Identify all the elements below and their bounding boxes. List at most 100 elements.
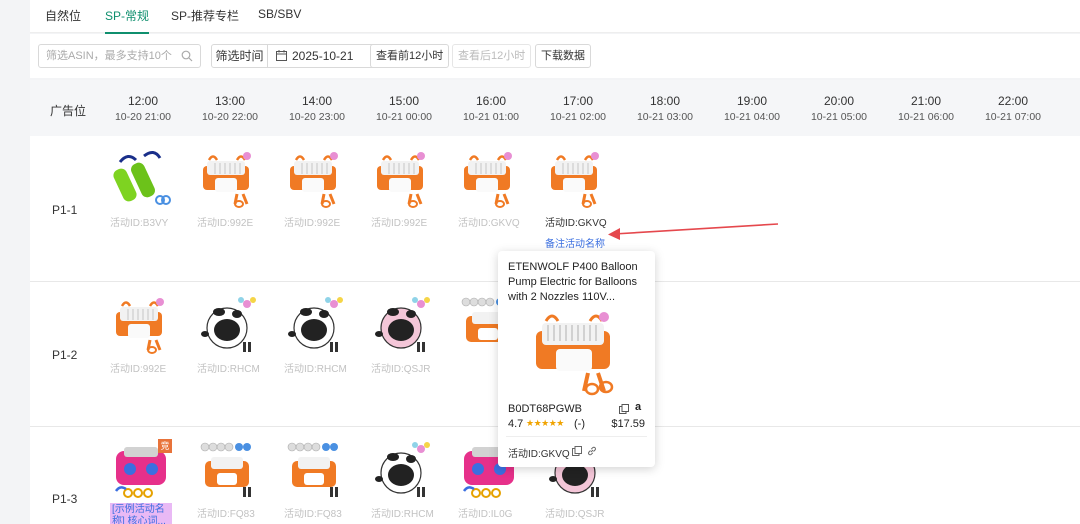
date-label: 10-21 01:00 <box>462 111 520 123</box>
date-label: 10-21 07:00 <box>984 111 1042 123</box>
time-column-header: 12:00 10-20 21:00 <box>100 93 186 125</box>
campaign-id: 活动ID:RHCM <box>371 509 434 520</box>
asin-search <box>38 44 201 68</box>
link-icon[interactable] <box>587 446 597 456</box>
hour-label: 18:00 <box>649 94 681 108</box>
date-filter[interactable]: 筛选时间 2025-10-21 <box>211 44 390 68</box>
product-thumbnail[interactable] <box>284 294 346 356</box>
asin-search-input[interactable] <box>46 45 184 67</box>
tab-organic[interactable]: 自然位 <box>45 7 81 32</box>
time-column-header: 19:00 10-21 04:00 <box>709 93 795 125</box>
review-count: (-) <box>574 418 585 430</box>
tab-sp-recommended[interactable]: SP-推荐专栏 <box>171 7 239 32</box>
campaign-id: 活动ID:IL0G <box>458 509 513 520</box>
product-cell[interactable]: 活动ID:RHCM <box>371 439 451 520</box>
time-column-header: 16:00 10-21 01:00 <box>448 93 534 125</box>
product-thumbnail[interactable] <box>545 148 607 210</box>
campaign-id: 活动ID:GKVQ <box>458 218 520 229</box>
product-thumbnail[interactable] <box>197 439 259 501</box>
time-column-header: 13:00 10-20 22:00 <box>187 93 273 125</box>
rating-value: 4.7 <box>508 418 524 430</box>
product-thumbnail[interactable] <box>371 439 433 501</box>
product-cell[interactable]: 活动ID:RHCM <box>284 294 364 375</box>
campaign-id: 活动ID:FQ83 <box>197 509 255 520</box>
annotation-arrow <box>608 223 779 240</box>
date-value[interactable]: 2025-10-21 <box>292 45 353 67</box>
hour-label: 21:00 <box>910 94 942 108</box>
campaign-id: 活动ID:B3VY <box>110 218 169 229</box>
product-thumbnail[interactable]: 竞 <box>110 439 172 501</box>
campaign-id: 活动ID:RHCM <box>284 364 347 375</box>
tab-sp-regular[interactable]: SP-常规 <box>105 7 150 34</box>
product-popover: ETENWOLF P400 Balloon Pump Electric for … <box>498 251 655 467</box>
product-cell[interactable]: 活动ID:B3VY <box>110 148 190 229</box>
row-label: P1-2 <box>52 348 78 362</box>
product-thumbnail[interactable] <box>371 294 433 356</box>
product-thumbnail[interactable] <box>284 148 346 210</box>
date-label: 10-21 05:00 <box>810 111 868 123</box>
price: $17.59 <box>611 418 645 430</box>
date-label: 10-21 02:00 <box>549 111 607 123</box>
prev-12h-button[interactable]: 查看前12小时 <box>370 44 450 68</box>
copy-icon[interactable] <box>572 446 582 456</box>
time-column-header: 22:00 10-21 07:00 <box>970 93 1056 125</box>
product-thumbnail[interactable] <box>284 439 346 501</box>
product-thumbnail[interactable] <box>197 148 259 210</box>
hour-label: 12:00 <box>127 94 159 108</box>
campaign-id: 活动ID:RHCM <box>197 364 260 375</box>
product-cell[interactable]: 竞 [示例活动名称] 核心词... <box>110 439 190 524</box>
competitor-badge: 竞 <box>158 439 172 453</box>
product-thumbnail[interactable] <box>110 148 172 210</box>
campaign-id: 活动ID:992E <box>110 364 167 375</box>
product-thumbnail[interactable] <box>371 148 433 210</box>
product-thumbnail[interactable] <box>458 148 520 210</box>
date-label: 10-21 03:00 <box>636 111 694 123</box>
product-cell[interactable]: 活动ID:992E <box>284 148 364 229</box>
hour-label: 19:00 <box>736 94 768 108</box>
product-thumbnail[interactable] <box>110 294 172 356</box>
hour-label: 22:00 <box>997 94 1029 108</box>
date-label: 10-20 22:00 <box>201 111 259 123</box>
product-image <box>536 312 614 396</box>
divider <box>506 436 647 437</box>
campaign-id: 活动ID:992E <box>284 218 341 229</box>
position-header: 广告位 <box>50 104 87 118</box>
asin-label: B0DT68PGWB <box>508 403 582 415</box>
date-label: 10-21 06:00 <box>897 111 955 123</box>
date-label: 10-20 23:00 <box>288 111 346 123</box>
campaign-name-tag[interactable]: [示例活动名称] 核心词... <box>110 503 172 524</box>
search-icon[interactable] <box>181 50 193 62</box>
copy-icon[interactable] <box>619 404 629 414</box>
hour-label: 13:00 <box>214 94 246 108</box>
product-cell[interactable]: 活动ID:FQ83 <box>284 439 364 520</box>
product-cell[interactable]: 活动ID:992E <box>110 294 190 375</box>
placement-tabs: 自然位 SP-常规 SP-推荐专栏 SB/SBV <box>30 0 1080 34</box>
row-label: P1-1 <box>52 203 78 217</box>
product-cell[interactable]: 活动ID:GKVQ <box>458 148 538 229</box>
campaign-id: 活动ID:992E <box>371 218 428 229</box>
product-cell[interactable]: 活动ID:QSJR <box>371 294 451 375</box>
product-thumbnail[interactable] <box>197 294 259 356</box>
product-title[interactable]: ETENWOLF P400 Balloon Pump Electric for … <box>508 260 648 305</box>
campaign-id: 活动ID:992E <box>197 218 254 229</box>
hour-label: 14:00 <box>301 94 333 108</box>
product-cell[interactable]: 活动ID:992E <box>371 148 451 229</box>
product-cell[interactable]: 活动ID:RHCM <box>197 294 277 375</box>
hour-label: 17:00 <box>562 94 594 108</box>
download-button[interactable]: 下载数据 <box>535 44 591 68</box>
time-column-header: 20:00 10-21 05:00 <box>796 93 882 125</box>
campaign-id: 活动ID:QSJR <box>371 364 431 375</box>
product-cell[interactable]: 活动ID:992E <box>197 148 277 229</box>
time-column-header: 18:00 10-21 03:00 <box>622 93 708 125</box>
product-cell[interactable]: 活动ID:FQ83 <box>197 439 277 520</box>
time-column-header: 14:00 10-20 23:00 <box>274 93 360 125</box>
amazon-icon[interactable]: a <box>635 401 641 413</box>
tab-sb-sbv[interactable]: SB/SBV <box>258 7 301 29</box>
time-header: 广告位 12:00 10-20 21:00 13:00 10-20 22:00 14:0… <box>30 80 1080 136</box>
hour-label: 16:00 <box>475 94 507 108</box>
date-label: 10-21 04:00 <box>723 111 781 123</box>
date-label: 10-20 21:00 <box>114 111 172 123</box>
campaign-id: 活动ID:GKVQ <box>508 449 570 460</box>
next-12h-button[interactable]: 查看后12小时 <box>452 44 532 68</box>
row-label: P1-3 <box>52 492 78 506</box>
